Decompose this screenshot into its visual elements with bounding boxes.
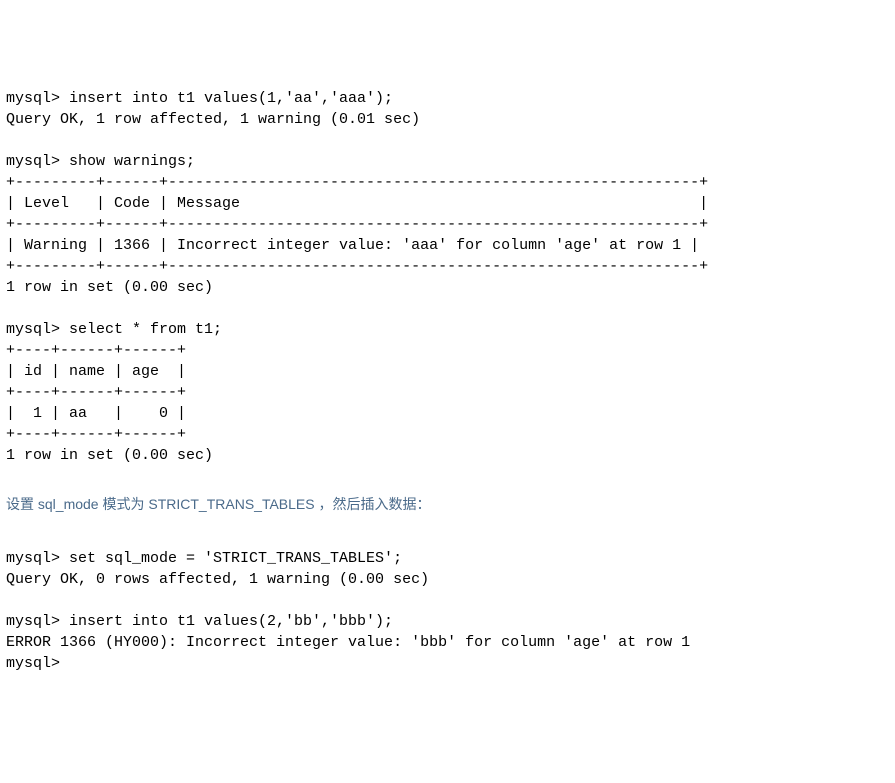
terminal-output-2: mysql> set sql_mode = 'STRICT_TRANS_TABL… xyxy=(6,548,889,674)
error-line: ERROR 1366 (HY000): Incorrect integer va… xyxy=(6,634,690,651)
resp-insert-1: Query OK, 1 row affected, 1 warning (0.0… xyxy=(6,111,420,128)
table-sep: +---------+------+----------------------… xyxy=(6,258,708,275)
mysql-prompt: mysql> xyxy=(6,655,60,672)
table-row: | 1 | aa | 0 | xyxy=(6,405,186,422)
table-header: | id | name | age | xyxy=(6,363,186,380)
terminal-output: mysql> insert into t1 values(1,'aa','aaa… xyxy=(6,88,889,466)
table-sep: +----+------+------+ xyxy=(6,384,186,401)
resp-footer: 1 row in set (0.00 sec) xyxy=(6,447,213,464)
cmd-insert-2: mysql> insert into t1 values(2,'bb','bbb… xyxy=(6,613,393,630)
table-sep: +---------+------+----------------------… xyxy=(6,216,708,233)
table-sep: +----+------+------+ xyxy=(6,426,186,443)
cmd-show-warnings: mysql> show warnings; xyxy=(6,153,195,170)
cmd-set-sqlmode: mysql> set sql_mode = 'STRICT_TRANS_TABL… xyxy=(6,550,402,567)
resp-footer: 1 row in set (0.00 sec) xyxy=(6,279,213,296)
table-sep: +----+------+------+ xyxy=(6,342,186,359)
cmd-insert-1: mysql> insert into t1 values(1,'aa','aaa… xyxy=(6,90,393,107)
annotation-text: 设置 sql_mode 模式为 STRICT_TRANS_TABLES ，然后插… xyxy=(6,495,889,515)
table-sep: +---------+------+----------------------… xyxy=(6,174,708,191)
table-row: | Warning | 1366 | Incorrect integer val… xyxy=(6,237,699,254)
resp-set-sqlmode: Query OK, 0 rows affected, 1 warning (0.… xyxy=(6,571,429,588)
table-header: | Level | Code | Message | xyxy=(6,195,708,212)
cmd-select: mysql> select * from t1; xyxy=(6,321,222,338)
